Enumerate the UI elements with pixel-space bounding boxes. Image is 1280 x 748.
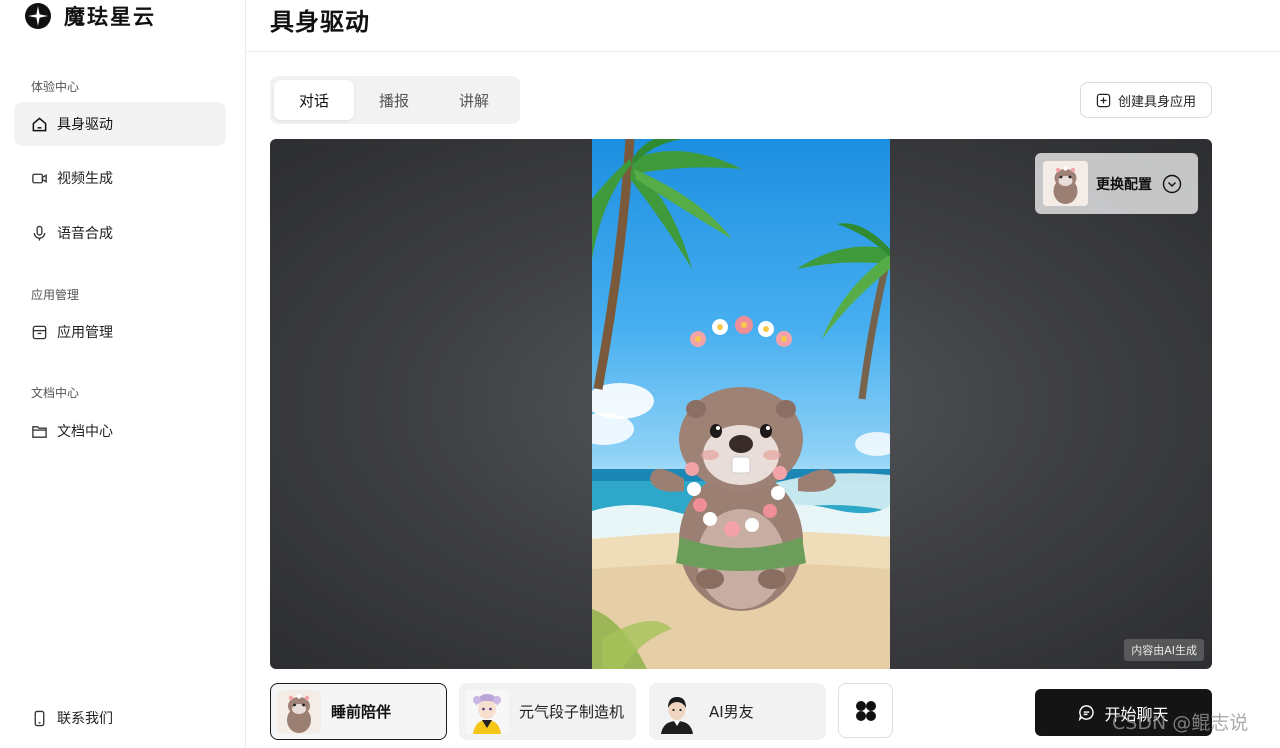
persona-label: 元气段子制造机 bbox=[519, 703, 625, 721]
config-avatar-thumbnail bbox=[1043, 161, 1088, 206]
brand[interactable]: 魔珐星云 bbox=[24, 0, 156, 32]
folder-icon bbox=[30, 422, 48, 440]
avatar-scene-image bbox=[592, 139, 890, 669]
create-embodied-app-label: 创建具身应用 bbox=[1117, 94, 1196, 110]
persona-thumbnail bbox=[465, 689, 509, 734]
sidebar: 魔珐星云 体验中心 具身驱动 视频生成 语音合成 应用管理 应用管理 文档中心 … bbox=[0, 0, 246, 748]
create-embodied-app-button[interactable]: 创建具身应用 bbox=[1080, 82, 1212, 118]
persona-thumbnail bbox=[277, 689, 321, 734]
sidebar-item-embodied-drive[interactable]: 具身驱动 bbox=[14, 102, 226, 146]
contact-us-link[interactable]: 联系我们 bbox=[30, 708, 113, 728]
header-divider bbox=[246, 51, 1280, 52]
contact-label: 联系我们 bbox=[57, 711, 113, 727]
persona-label: 睡前陪伴 bbox=[331, 703, 392, 721]
sidebar-item-label: 语音合成 bbox=[57, 226, 113, 242]
brand-name: 魔珐星云 bbox=[64, 5, 156, 29]
persona-card-bedtime[interactable]: 睡前陪伴 bbox=[270, 683, 447, 740]
section-label-experience: 体验中心 bbox=[31, 80, 80, 94]
microphone-icon bbox=[30, 224, 48, 242]
tab-explain[interactable]: 讲解 bbox=[434, 80, 514, 120]
sidebar-item-app-management[interactable]: 应用管理 bbox=[14, 310, 226, 354]
persona-card-ai-boyfriend[interactable]: AI男友 bbox=[649, 683, 826, 740]
persona-thumbnail bbox=[655, 689, 699, 734]
four-petal-grid-icon bbox=[855, 700, 876, 721]
sidebar-item-speech-synthesis[interactable]: 语音合成 bbox=[14, 211, 226, 255]
sidebar-item-label: 应用管理 bbox=[57, 325, 113, 341]
watermark-text: CSDN @鲲志说 bbox=[1112, 712, 1249, 734]
video-camera-icon bbox=[30, 169, 48, 187]
archive-box-icon bbox=[30, 323, 48, 341]
brand-logo-icon bbox=[25, 3, 51, 29]
plus-square-icon bbox=[1096, 93, 1111, 107]
page-title: 具身驱动 bbox=[270, 8, 370, 36]
tab-dialogue[interactable]: 对话 bbox=[274, 80, 354, 120]
section-label-app-management: 应用管理 bbox=[31, 288, 80, 302]
sidebar-item-label: 文档中心 bbox=[57, 424, 113, 440]
persona-label: AI男友 bbox=[709, 703, 754, 721]
persona-card-joke-maker[interactable]: 元气段子制造机 bbox=[459, 683, 636, 740]
section-label-docs: 文档中心 bbox=[31, 386, 80, 400]
sidebar-item-label: 具身驱动 bbox=[57, 117, 113, 133]
chevron-down-circle-icon bbox=[1162, 174, 1182, 193]
change-config-label: 更换配置 bbox=[1096, 176, 1152, 193]
chat-bubble-icon bbox=[1079, 705, 1095, 721]
tab-broadcast[interactable]: 播报 bbox=[354, 80, 434, 120]
mode-tabs: 对话 播报 讲解 bbox=[270, 76, 520, 124]
change-config-button[interactable]: 更换配置 bbox=[1035, 153, 1198, 214]
sidebar-item-label: 视频生成 bbox=[57, 171, 113, 187]
home-icon bbox=[30, 115, 48, 133]
sidebar-item-video-generation[interactable]: 视频生成 bbox=[14, 156, 226, 200]
avatar-stage: 更换配置 内容由AI生成 bbox=[270, 139, 1212, 669]
ai-generated-badge: 内容由AI生成 bbox=[1124, 639, 1204, 661]
more-personas-button[interactable] bbox=[838, 683, 893, 738]
phone-icon bbox=[30, 709, 48, 727]
sidebar-item-docs[interactable]: 文档中心 bbox=[14, 409, 226, 453]
